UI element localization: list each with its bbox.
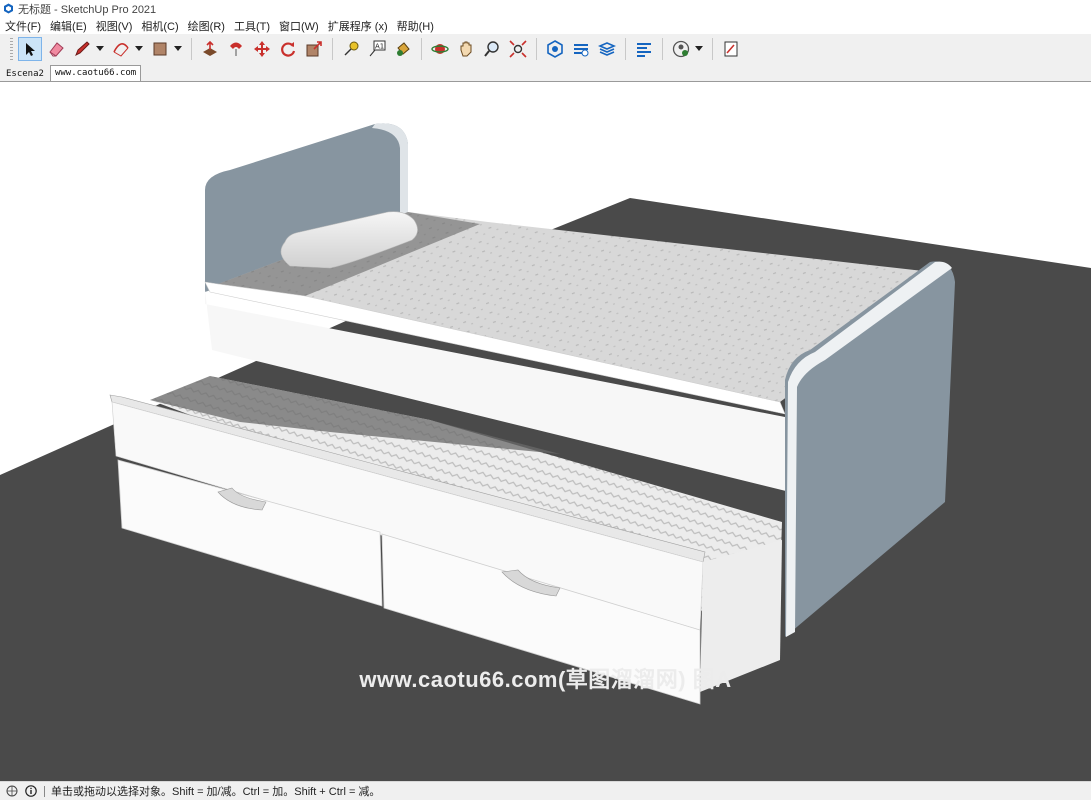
zoom-extents-icon[interactable]: [506, 37, 530, 61]
sketchup-logo-icon: [3, 3, 14, 14]
layers-icon[interactable]: [595, 37, 619, 61]
menu-window[interactable]: 窗口(W): [274, 18, 323, 34]
pencil-line-icon[interactable]: [70, 37, 94, 61]
warehouse-icon[interactable]: [543, 37, 567, 61]
extension-warehouse-icon[interactable]: [569, 37, 593, 61]
chevron-down-icon[interactable]: [173, 37, 183, 61]
scene-tabs: Escena2 www.caotu66.com: [0, 63, 1091, 82]
text-icon[interactable]: A1: [365, 37, 389, 61]
menu-file[interactable]: 文件(F): [0, 18, 45, 34]
status-divider: [44, 785, 45, 797]
rotate-icon[interactable]: [276, 37, 300, 61]
rectangle-icon[interactable]: [148, 37, 172, 61]
arc-icon[interactable]: [109, 37, 133, 61]
window-title: 无标题 - SketchUp Pro 2021: [18, 3, 157, 16]
scale-icon[interactable]: [302, 37, 326, 61]
paint-bucket-icon[interactable]: [391, 37, 415, 61]
chevron-down-icon[interactable]: [134, 37, 144, 61]
menu-edit[interactable]: 编辑(E): [45, 18, 91, 34]
tape-measure-icon[interactable]: [339, 37, 363, 61]
menu-bar: 文件(F) 编辑(E) 视图(V) 相机(C) 绘图(R) 工具(T) 窗口(W…: [0, 17, 1091, 34]
select-icon[interactable]: [18, 36, 42, 61]
menu-extensions[interactable]: 扩展程序 (x): [323, 18, 392, 34]
push-pull-icon[interactable]: [198, 37, 222, 61]
toolbar-divider: [712, 37, 713, 60]
status-hint: 单击或拖动以选择对象。Shift = 加/减。Ctrl = 加。Shift + …: [51, 786, 381, 798]
chevron-down-icon[interactable]: [694, 37, 704, 61]
eraser-icon[interactable]: [44, 37, 68, 61]
menu-help[interactable]: 帮助(H): [392, 18, 438, 34]
tab-scene-2[interactable]: www.caotu66.com: [49, 65, 142, 81]
svg-text:A1: A1: [375, 42, 384, 50]
toolbar-grip[interactable]: [10, 37, 13, 60]
toolbar-divider: [421, 37, 422, 60]
toolbar-divider: [332, 37, 333, 60]
chevron-down-icon[interactable]: [95, 37, 105, 61]
styles-icon[interactable]: [632, 37, 656, 61]
layout-icon[interactable]: [719, 37, 743, 61]
follow-me-icon[interactable]: [224, 37, 248, 61]
profile-icon[interactable]: [669, 37, 693, 61]
watermark-text: www.caotu66.com(草图溜溜网) 图A: [359, 667, 732, 692]
geo-location-icon[interactable]: [5, 784, 19, 798]
main-toolbar: A1: [0, 34, 1091, 64]
toolbar-divider: [191, 37, 192, 60]
modeling-viewport[interactable]: www.caotu66.com(草图溜溜网) 图A: [0, 82, 1091, 781]
status-bar: 单击或拖动以选择对象。Shift = 加/减。Ctrl = 加。Shift + …: [0, 781, 1091, 800]
menu-draw[interactable]: 绘图(R): [183, 18, 229, 34]
menu-camera[interactable]: 相机(C): [136, 18, 182, 34]
menu-tools[interactable]: 工具(T): [229, 18, 274, 34]
menu-view[interactable]: 视图(V): [91, 18, 137, 34]
tab-scene-1[interactable]: Escena2: [2, 67, 48, 81]
info-icon[interactable]: [24, 784, 38, 798]
toolbar-divider: [625, 37, 626, 60]
toolbar-divider: [662, 37, 663, 60]
pan-icon[interactable]: [454, 37, 478, 61]
title-bar: 无标题 - SketchUp Pro 2021: [0, 0, 1091, 17]
orbit-icon[interactable]: [428, 37, 452, 61]
toolbar-divider: [536, 37, 537, 60]
zoom-icon[interactable]: [480, 37, 504, 61]
move-icon[interactable]: [250, 37, 274, 61]
